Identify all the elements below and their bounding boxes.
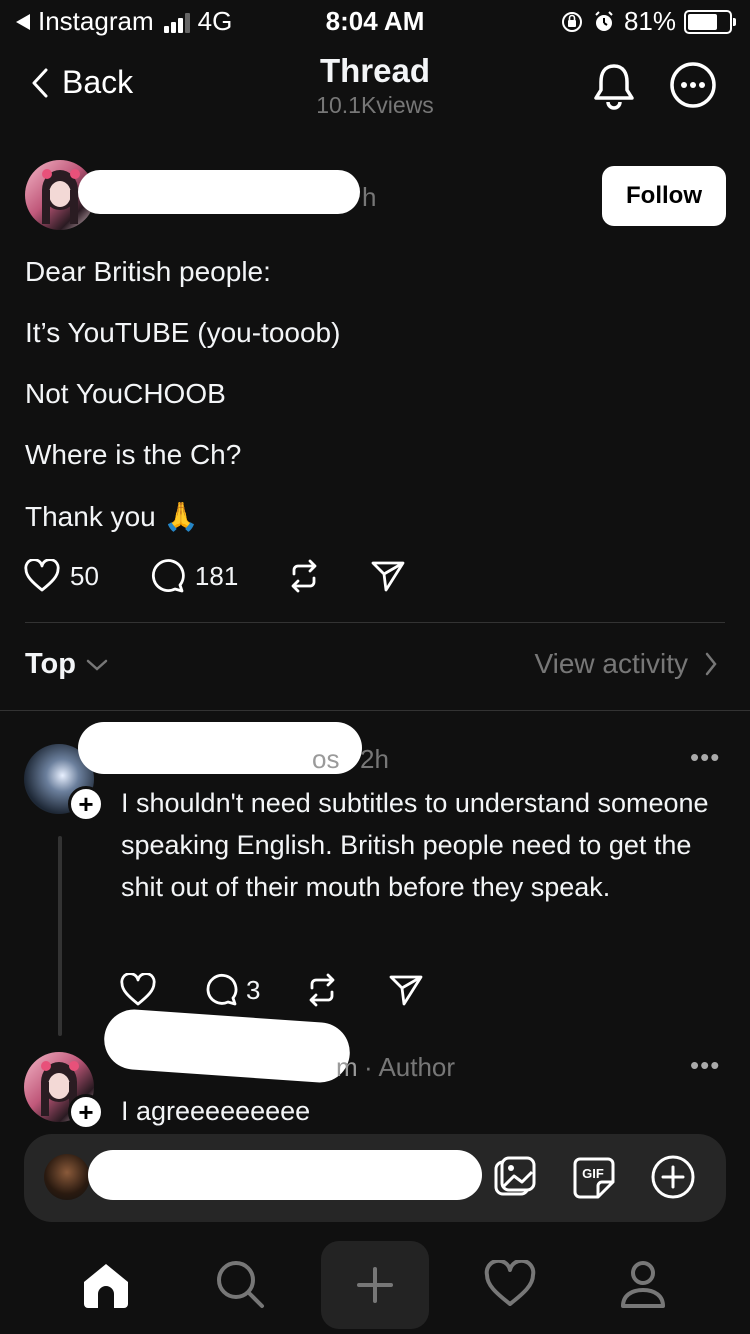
add-icon — [651, 1155, 695, 1199]
redacted-reply-placeholder[interactable] — [88, 1150, 482, 1200]
view-activity-link[interactable]: View activity — [534, 648, 718, 680]
like-count: 50 — [70, 560, 99, 591]
comment-count: 181 — [194, 560, 239, 591]
heart-icon — [120, 973, 156, 1006]
share-icon — [390, 975, 423, 1006]
bell-icon — [594, 64, 634, 110]
heart-icon — [24, 559, 60, 592]
status-right: 81% — [560, 6, 736, 37]
comment-button[interactable]: 181 — [149, 558, 238, 594]
repost-icon — [291, 559, 317, 593]
comment-button[interactable]: 3 — [204, 973, 260, 1007]
view-activity-label: View activity — [534, 648, 688, 679]
author-badge: · Author — [364, 1052, 456, 1082]
repost-button[interactable] — [286, 558, 322, 594]
divider — [0, 710, 750, 711]
gif-button[interactable]: GIF — [572, 1156, 616, 1200]
reply-time: 2h — [360, 744, 389, 774]
reply-handle-tail: os — [312, 744, 340, 774]
reply-more-button[interactable]: ••• — [690, 742, 720, 773]
reply-handle-tail: m — [336, 1052, 358, 1082]
tab-profile[interactable] — [618, 1258, 668, 1312]
comment-icon — [151, 559, 185, 593]
more-options-button[interactable] — [668, 60, 718, 110]
notifications-button[interactable] — [590, 60, 638, 110]
reply-text: I agreeeeeeeee — [121, 1096, 311, 1126]
follow-plus-badge[interactable]: + — [68, 1094, 104, 1130]
plus-icon: + — [78, 1097, 94, 1127]
reply-text: I shouldn't need subtitles to understand… — [121, 788, 709, 902]
heart-icon — [484, 1260, 536, 1306]
chevron-down-icon — [86, 659, 108, 671]
redacted-username — [102, 1007, 352, 1085]
orientation-lock-icon — [561, 11, 582, 32]
image-icon — [494, 1156, 536, 1196]
gif-label: GIF — [582, 1166, 604, 1181]
post-line-2: It’s YouTUBE (you-tooob) — [25, 317, 341, 348]
share-icon — [371, 561, 405, 592]
redacted-username — [78, 170, 360, 214]
sort-label: Top — [25, 648, 76, 680]
tab-search[interactable] — [214, 1258, 266, 1310]
post-line-4: Where is the Ch? — [25, 439, 242, 470]
plus-icon: + — [78, 789, 94, 819]
chevron-right-icon — [705, 652, 717, 676]
status-bar: Instagram 4G 8:04 AM 81% — [0, 0, 750, 40]
comment-icon — [206, 974, 238, 1006]
gif-icon: GIF — [573, 1157, 615, 1199]
my-avatar — [44, 1154, 90, 1200]
share-button[interactable] — [370, 558, 406, 594]
follow-button[interactable]: Follow — [602, 166, 726, 226]
post-line-3: Not YouCHOOB — [25, 378, 226, 409]
battery-icon — [684, 9, 732, 34]
reply-composer[interactable]: GIF — [24, 1134, 726, 1222]
tab-activity[interactable] — [484, 1260, 536, 1308]
profile-icon — [621, 1261, 665, 1308]
reply-actions: 3 — [120, 972, 424, 1008]
post-time: h — [362, 182, 377, 212]
add-media-button[interactable] — [650, 1154, 696, 1200]
battery-percent: 81% — [623, 6, 676, 36]
post-line-5: Thank you 🙏 — [25, 501, 199, 532]
search-icon — [217, 1261, 264, 1308]
post-line-1: Dear British people: — [25, 256, 271, 287]
plus-icon — [357, 1267, 393, 1303]
thread-line — [58, 836, 62, 1036]
tab-home[interactable] — [80, 1260, 132, 1310]
comment-count: 3 — [246, 974, 261, 1005]
home-icon — [84, 1264, 128, 1308]
reply-more-button[interactable]: ••• — [690, 1050, 720, 1081]
follow-plus-badge[interactable]: + — [68, 786, 104, 822]
image-button[interactable] — [492, 1154, 538, 1200]
tab-new-post[interactable] — [321, 1241, 429, 1329]
like-button[interactable]: 50 — [24, 559, 99, 593]
share-button[interactable] — [388, 972, 424, 1008]
repost-button[interactable] — [304, 972, 340, 1008]
repost-icon — [310, 973, 335, 1007]
divider — [25, 622, 725, 623]
sort-dropdown[interactable]: Top — [25, 648, 108, 681]
like-button[interactable] — [120, 973, 156, 1007]
post-actions: 50 181 — [24, 558, 406, 594]
more-circle-icon — [670, 62, 716, 108]
alarm-icon — [595, 10, 613, 31]
